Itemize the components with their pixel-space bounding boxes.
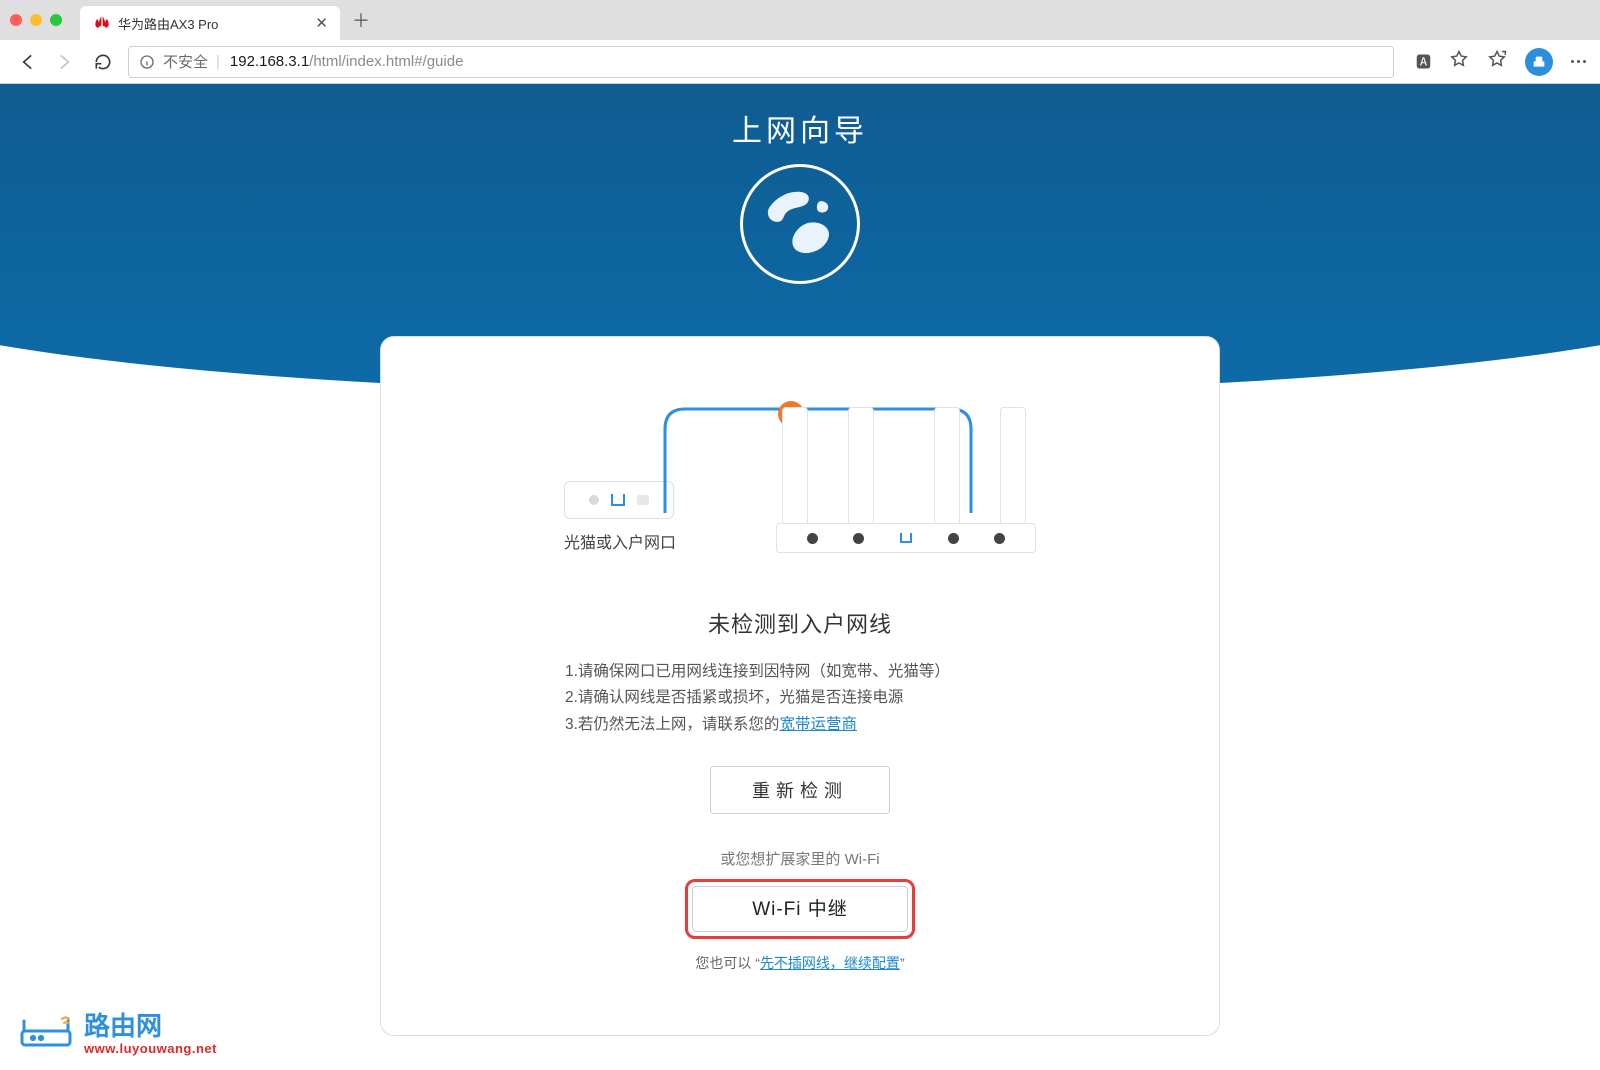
- globe-icon: [740, 164, 860, 284]
- window-controls[interactable]: [10, 14, 62, 26]
- tip-line-1: 1.请确保网口已用网线连接到因特网（如宽带、光猫等）: [565, 659, 1035, 685]
- tip-line-3: 3.若仍然无法上网，请联系您的宽带运营商: [565, 712, 1035, 738]
- forward-button: [52, 49, 78, 75]
- isp-link[interactable]: 宽带运营商: [779, 716, 857, 733]
- maximize-window-icon[interactable]: [50, 14, 62, 26]
- collections-icon[interactable]: [1487, 49, 1507, 74]
- huawei-favicon-icon: [94, 15, 110, 31]
- extension-icon[interactable]: [1525, 48, 1553, 76]
- url-text: 192.168.3.1/html/index.html#/guide: [230, 53, 464, 70]
- info-icon: [139, 54, 155, 70]
- watermark-url: www.luyouwang.net: [84, 1041, 217, 1056]
- watermark-brand: 路由网: [84, 1011, 162, 1041]
- minimize-window-icon[interactable]: [30, 14, 42, 26]
- troubleshoot-tips: 1.请确保网口已用网线连接到因特网（如宽带、光猫等） 2.请确认网线是否插紧或损…: [565, 659, 1035, 738]
- modem-illustration: 光猫或入户网口: [564, 481, 676, 553]
- browser-tab[interactable]: 华为路由AX3 Pro ✕: [80, 6, 340, 40]
- connection-diagram: ✕ 光猫或入户网口: [421, 383, 1179, 553]
- skip-cable-link[interactable]: 先不插网线，继续配置: [760, 955, 900, 971]
- browser-toolbar: 不安全 | 192.168.3.1/html/index.html#/guide…: [0, 40, 1600, 84]
- status-title: 未检测到入户网线: [421, 607, 1179, 639]
- favorite-icon[interactable]: [1449, 49, 1469, 74]
- back-button[interactable]: [14, 49, 40, 75]
- translate-icon[interactable]: 🅰: [1416, 51, 1431, 72]
- security-label: 不安全: [163, 51, 208, 72]
- page-content: 上网向导 ✕ 光猫或入户网口: [0, 84, 1600, 1070]
- wifi-relay-button[interactable]: Wi-Fi 中继: [685, 879, 915, 939]
- wizard-card: ✕ 光猫或入户网口 未检测到入户网线 1.请确保网口已用网: [380, 336, 1220, 1036]
- address-bar[interactable]: 不安全 | 192.168.3.1/html/index.html#/guide: [128, 46, 1394, 78]
- tab-bar: 华为路由AX3 Pro ✕ ＋: [0, 0, 1600, 40]
- tab-title: 华为路由AX3 Pro: [118, 14, 218, 33]
- refresh-button[interactable]: [90, 49, 116, 75]
- close-tab-icon[interactable]: ✕: [315, 14, 328, 32]
- site-security[interactable]: 不安全 |: [139, 51, 220, 72]
- extend-wifi-hint: 或您想扩展家里的 Wi-Fi: [421, 848, 1179, 869]
- new-tab-button[interactable]: ＋: [346, 5, 376, 35]
- browser-chrome: 华为路由AX3 Pro ✕ ＋ 不安全 | 192.168.3.1/html/i…: [0, 0, 1600, 84]
- alternative-line: 您也可以 “先不插网线，继续配置”: [421, 953, 1179, 973]
- close-window-icon[interactable]: [10, 14, 22, 26]
- router-illustration: [776, 393, 1036, 553]
- redetect-button[interactable]: 重新检测: [710, 766, 890, 814]
- modem-label: 光猫或入户网口: [564, 529, 676, 553]
- more-menu-icon[interactable]: [1571, 60, 1586, 63]
- wifi-relay-label: Wi-Fi 中继: [692, 886, 908, 932]
- router-logo-icon: [18, 1009, 74, 1053]
- source-watermark: 路由网 www.luyouwang.net: [18, 1006, 217, 1056]
- page-title: 上网向导: [0, 106, 1600, 150]
- tip-line-2: 2.请确认网线是否插紧或损坏，光猫是否连接电源: [565, 685, 1035, 711]
